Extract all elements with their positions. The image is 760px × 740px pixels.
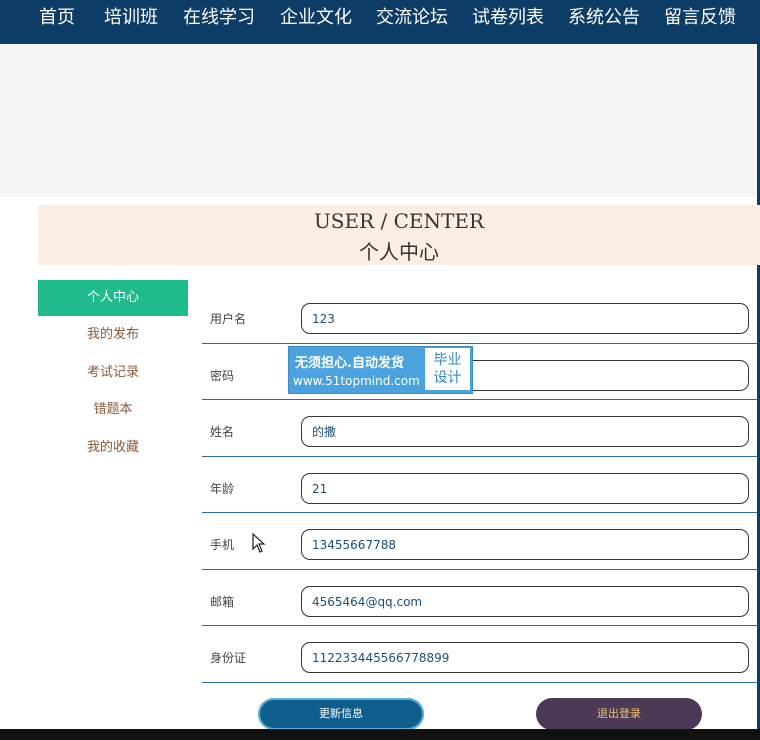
sidebar-item-my-posts[interactable]: 我的发布	[38, 317, 188, 353]
page-title: USER / CENTER 个人中心	[38, 205, 760, 265]
watermark-badge-line-2: 设计	[433, 370, 462, 386]
update-info-button[interactable]: 更新信息	[258, 698, 424, 730]
watermark-badge: 毕业 设计	[425, 348, 470, 390]
username-label: 用户名	[210, 312, 247, 326]
row-divider	[202, 625, 758, 626]
row-divider	[202, 456, 758, 457]
page-title-cn: 个人中心	[359, 240, 439, 264]
email-label: 邮箱	[210, 595, 235, 609]
id-card-label: 身份证	[210, 651, 247, 665]
nav-item-online-learning[interactable]: 在线学习	[183, 0, 255, 36]
nav-item-forum[interactable]: 交流论坛	[376, 0, 448, 36]
top-navigation: 首页 培训班 在线学习 企业文化 交流论坛 试卷列表 系统公告 留言反馈	[0, 0, 757, 44]
row-divider	[202, 399, 758, 400]
logout-button[interactable]: 退出登录	[536, 698, 702, 730]
id-card-field[interactable]	[301, 642, 749, 673]
page-title-en: USER / CENTER	[313, 209, 485, 233]
watermark-overlay: 无须担心.自动发货 www.51topmind.com 毕业 设计	[288, 346, 473, 394]
age-field[interactable]	[301, 473, 749, 504]
nav-item-culture[interactable]: 企业文化	[280, 0, 352, 36]
nav-item-home[interactable]: 首页	[39, 0, 75, 36]
age-label: 年龄	[210, 482, 235, 496]
phone-field[interactable]	[301, 529, 749, 560]
row-divider	[202, 343, 758, 344]
email-field[interactable]	[301, 586, 749, 617]
watermark-line-2: www.51topmind.com	[293, 374, 420, 388]
row-divider	[202, 682, 758, 683]
nav-item-feedback[interactable]: 留言反馈	[664, 0, 736, 36]
watermark-badge-line-1: 毕业	[433, 352, 462, 368]
row-divider	[202, 512, 758, 513]
sidebar-item-favorites[interactable]: 我的收藏	[38, 430, 188, 466]
row-divider	[202, 569, 758, 570]
banner-area	[0, 44, 757, 197]
name-field[interactable]	[301, 416, 749, 447]
nav-item-announcements[interactable]: 系统公告	[568, 0, 640, 36]
nav-item-exam-list[interactable]: 试卷列表	[472, 0, 544, 36]
watermark-line-1: 无须担心.自动发货	[295, 356, 404, 371]
phone-label: 手机	[210, 538, 235, 552]
name-label: 姓名	[210, 425, 235, 439]
sidebar-item-wrong-questions[interactable]: 错题本	[38, 392, 188, 428]
sidebar-item-exam-records[interactable]: 考试记录	[38, 355, 188, 391]
sidebar-item-profile[interactable]: 个人中心	[38, 280, 188, 316]
bottom-bar	[0, 729, 760, 740]
mouse-cursor-icon	[252, 533, 266, 553]
nav-item-training[interactable]: 培训班	[104, 0, 158, 36]
username-field[interactable]	[301, 303, 749, 334]
password-label: 密码	[210, 369, 235, 383]
